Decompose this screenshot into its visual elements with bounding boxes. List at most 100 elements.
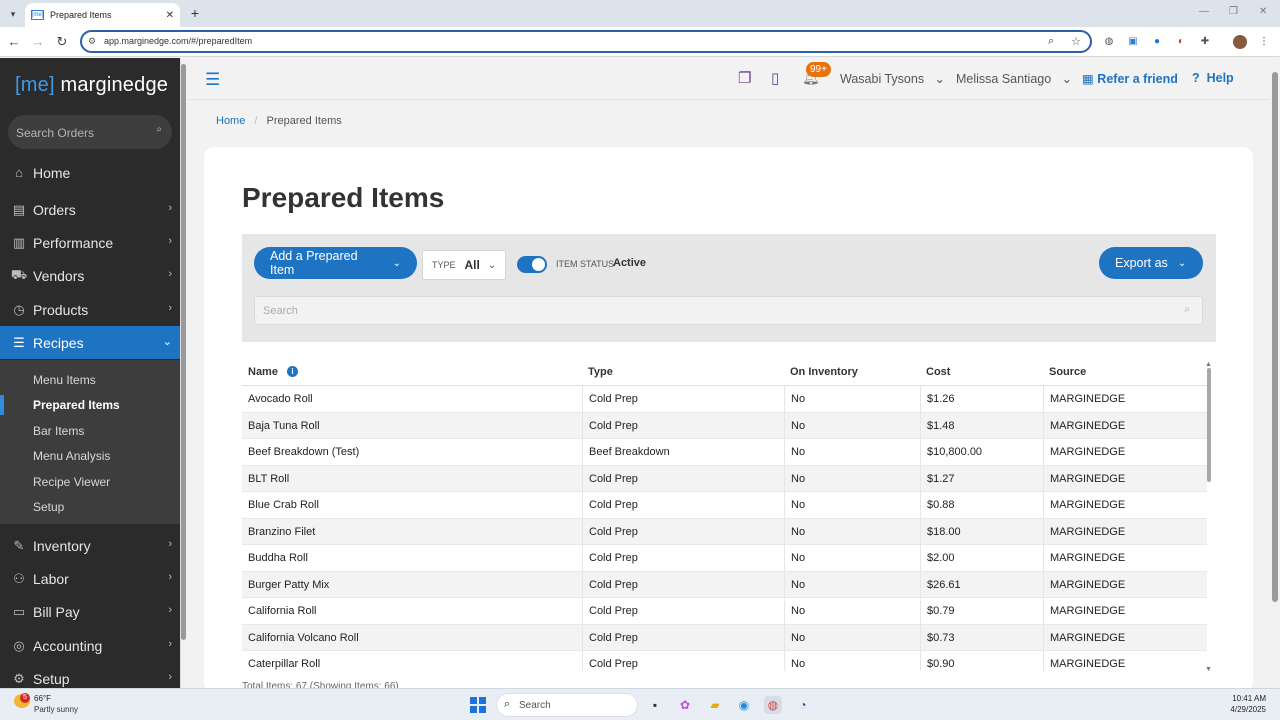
chevron-right-icon: › <box>168 604 172 616</box>
extension-icon-3[interactable]: ◐ <box>1174 35 1188 49</box>
table-row[interactable]: Baja Tuna Roll Cold Prep No $1.48 MARGINEDGE <box>242 412 1207 439</box>
user-menu[interactable]: Melissa Santiago ⌄ <box>956 71 1072 86</box>
column-header-source[interactable]: Source <box>1049 366 1086 378</box>
item-status-toggle[interactable] <box>517 256 547 273</box>
sidebar-item-setup[interactable]: ⚙ Setup › <box>0 662 180 688</box>
new-tab-icon[interactable]: + <box>188 5 202 21</box>
subnav-setup[interactable]: Setup <box>0 495 180 519</box>
tab-close-icon[interactable]: ✕ <box>166 10 174 21</box>
copy-document-icon[interactable]: ❐ <box>738 69 751 87</box>
table-row[interactable]: California Roll Cold Prep No $0.79 MARGINEDG… <box>242 598 1207 625</box>
building-icon: ▦ <box>1082 72 1094 86</box>
cell-type: Cold Prep <box>582 465 784 492</box>
add-prepared-item-button[interactable]: Add a Prepared Item ⌄ <box>254 247 417 279</box>
column-header-type[interactable]: Type <box>588 366 613 378</box>
column-header-on-inventory[interactable]: On Inventory <box>790 366 858 378</box>
grid-scrollbar-thumb[interactable] <box>1207 368 1211 482</box>
column-header-cost[interactable]: Cost <box>926 366 950 378</box>
copilot-icon[interactable]: ✿ <box>676 696 694 714</box>
app-icon[interactable]: ◔ <box>794 696 812 714</box>
url-input[interactable]: ⚙ app.marginedge.com/#/preparedItem ⌕ ☆ <box>80 30 1092 53</box>
page-scrollbar-thumb[interactable] <box>1272 72 1278 602</box>
search-orders-input[interactable]: Search Orders ⌕ <box>8 115 172 149</box>
cell-source: MARGINEDGE <box>1043 465 1207 492</box>
table-row[interactable]: Caterpillar Roll Cold Prep No $0.90 MARGINED… <box>242 651 1207 671</box>
sidebar-item-products[interactable]: ◷ Products › <box>0 293 180 326</box>
table-row[interactable]: Branzino Filet Cold Prep No $18.00 MARGINEDG… <box>242 518 1207 545</box>
info-icon[interactable]: i <box>286 366 298 377</box>
sidebar-scrollbar-thumb[interactable] <box>181 64 186 640</box>
bookmark-star-icon[interactable]: ☆ <box>1071 35 1081 48</box>
sidebar-item-bill-pay[interactable]: ▭ Bill Pay › <box>0 595 180 628</box>
subnav-recipe-viewer[interactable]: Recipe Viewer <box>0 470 180 494</box>
browser-tab[interactable]: [me] Prepared Items ✕ <box>25 3 180 27</box>
sidebar-item-inventory[interactable]: ✎ Inventory › <box>0 529 180 562</box>
table-row[interactable]: Blue Crab Roll Cold Prep No $0.88 MARGINEDGE <box>242 492 1207 519</box>
table-row[interactable]: Avocado Roll Cold Prep No $1.26 MARGINEDGE <box>242 386 1207 413</box>
subnav-menu-items[interactable]: Menu Items <box>0 368 180 392</box>
sidebar-item-vendors[interactable]: ⛟ Vendors › <box>0 259 180 292</box>
reload-icon[interactable]: ↻ <box>54 34 70 50</box>
subnav-prepared-items[interactable]: Prepared Items <box>0 393 180 417</box>
cell-type: Cold Prep <box>582 492 784 518</box>
table-search-input[interactable]: Search ⌕ <box>254 296 1203 325</box>
tab-search-icon[interactable]: ▾ <box>4 5 22 23</box>
document-icon[interactable]: ▯ <box>771 69 779 87</box>
forward-icon[interactable]: → <box>30 34 46 50</box>
browser-menu-icon[interactable]: ⋮ <box>1257 35 1271 49</box>
table-row[interactable]: Beef Breakdown (Test) Beef Breakdown No $10… <box>242 439 1207 466</box>
accounting-icon: ◎ <box>13 637 25 653</box>
site-info-icon[interactable]: ⚙ <box>88 36 100 48</box>
prepared-items-table: Name i Type On Inventory Cost Source Avoc… <box>242 359 1207 671</box>
cell-source: MARGINEDGE <box>1043 412 1207 439</box>
task-view-icon[interactable]: ▪ <box>646 696 664 714</box>
back-icon[interactable]: ← <box>6 34 22 50</box>
cell-name: Avocado Roll <box>248 393 313 405</box>
sidebar-item-performance[interactable]: ▥ Performance › <box>0 226 180 259</box>
cell-cost: $26.61 <box>920 571 1043 598</box>
extension-icon-1[interactable]: ◍ <box>1102 35 1116 49</box>
profile-avatar[interactable] <box>1233 35 1247 49</box>
translate-icon[interactable]: ▣ <box>1126 35 1140 49</box>
subnav-menu-analysis[interactable]: Menu Analysis <box>0 444 180 468</box>
table-row[interactable]: BLT Roll Cold Prep No $1.27 MARGINEDGE <box>242 465 1207 492</box>
chrome-browser-icon[interactable]: ◍ <box>764 696 782 714</box>
restore-icon[interactable]: ❐ <box>1229 6 1238 17</box>
refer-a-friend-link[interactable]: ▦ Refer a friend <box>1082 71 1178 86</box>
sidebar-item-accounting[interactable]: ◎ Accounting › <box>0 629 180 662</box>
marginedge-logo[interactable]: [me] marginedge <box>15 74 168 97</box>
table-row[interactable]: California Volcano Roll Cold Prep No $0.73 M… <box>242 624 1207 651</box>
cell-on-inventory: No <box>784 492 920 518</box>
type-filter-select[interactable]: TYPE All ⌄ <box>422 250 506 280</box>
subnav-bar-items[interactable]: Bar Items <box>0 419 180 443</box>
file-explorer-icon[interactable]: ▰ <box>706 696 724 714</box>
restaurant-selector[interactable]: Wasabi Tysons ⌄ <box>840 71 945 86</box>
browser-tab-bar: ▾ [me] Prepared Items ✕ + — ❐ ✕ <box>0 0 1280 27</box>
windows-start-icon[interactable] <box>470 697 486 713</box>
export-as-button[interactable]: Export as ⌄ <box>1099 247 1203 279</box>
chevron-down-icon: ⌄ <box>934 72 945 86</box>
extension-icon-2[interactable]: ● <box>1150 35 1164 49</box>
minimize-icon[interactable]: — <box>1199 6 1209 17</box>
sidebar-item-orders[interactable]: ▤ Orders › <box>0 193 180 226</box>
recipe-icon: ☰ <box>13 334 25 350</box>
zoom-icon[interactable]: ⌕ <box>1048 35 1054 48</box>
close-window-icon[interactable]: ✕ <box>1259 6 1267 17</box>
table-row[interactable]: Buddha Roll Cold Prep No $2.00 MARGINEDGE <box>242 545 1207 572</box>
edge-browser-icon[interactable]: ◉ <box>735 696 753 714</box>
sidebar-item-recipes[interactable]: ☰ Recipes ⌄ <box>0 326 180 359</box>
extensions-puzzle-icon[interactable]: ✚ <box>1198 35 1212 49</box>
taskbar-search-input[interactable]: ⌕ Search <box>496 693 638 717</box>
table-row[interactable]: Burger Patty Mix Cold Prep No $26.61 MARGINE… <box>242 571 1207 598</box>
hamburger-menu-icon[interactable]: ☰ <box>205 70 220 90</box>
address-bar-row: ← → ↻ ⚙ app.marginedge.com/#/preparedIte… <box>0 27 1280 57</box>
labor-icon: ⚇ <box>13 570 25 586</box>
cell-type: Cold Prep <box>582 571 784 598</box>
grid-scroll-down-icon[interactable]: ▼ <box>1205 666 1212 673</box>
grid-scroll-up-icon[interactable]: ▲ <box>1205 361 1212 368</box>
sidebar-item-home[interactable]: ⌂ Home <box>0 156 180 189</box>
breadcrumb-home[interactable]: Home <box>216 115 245 127</box>
sidebar-item-labor[interactable]: ⚇ Labor › <box>0 562 180 595</box>
help-link[interactable]: ? Help <box>1192 71 1234 85</box>
column-header-name[interactable]: Name i <box>248 366 298 378</box>
